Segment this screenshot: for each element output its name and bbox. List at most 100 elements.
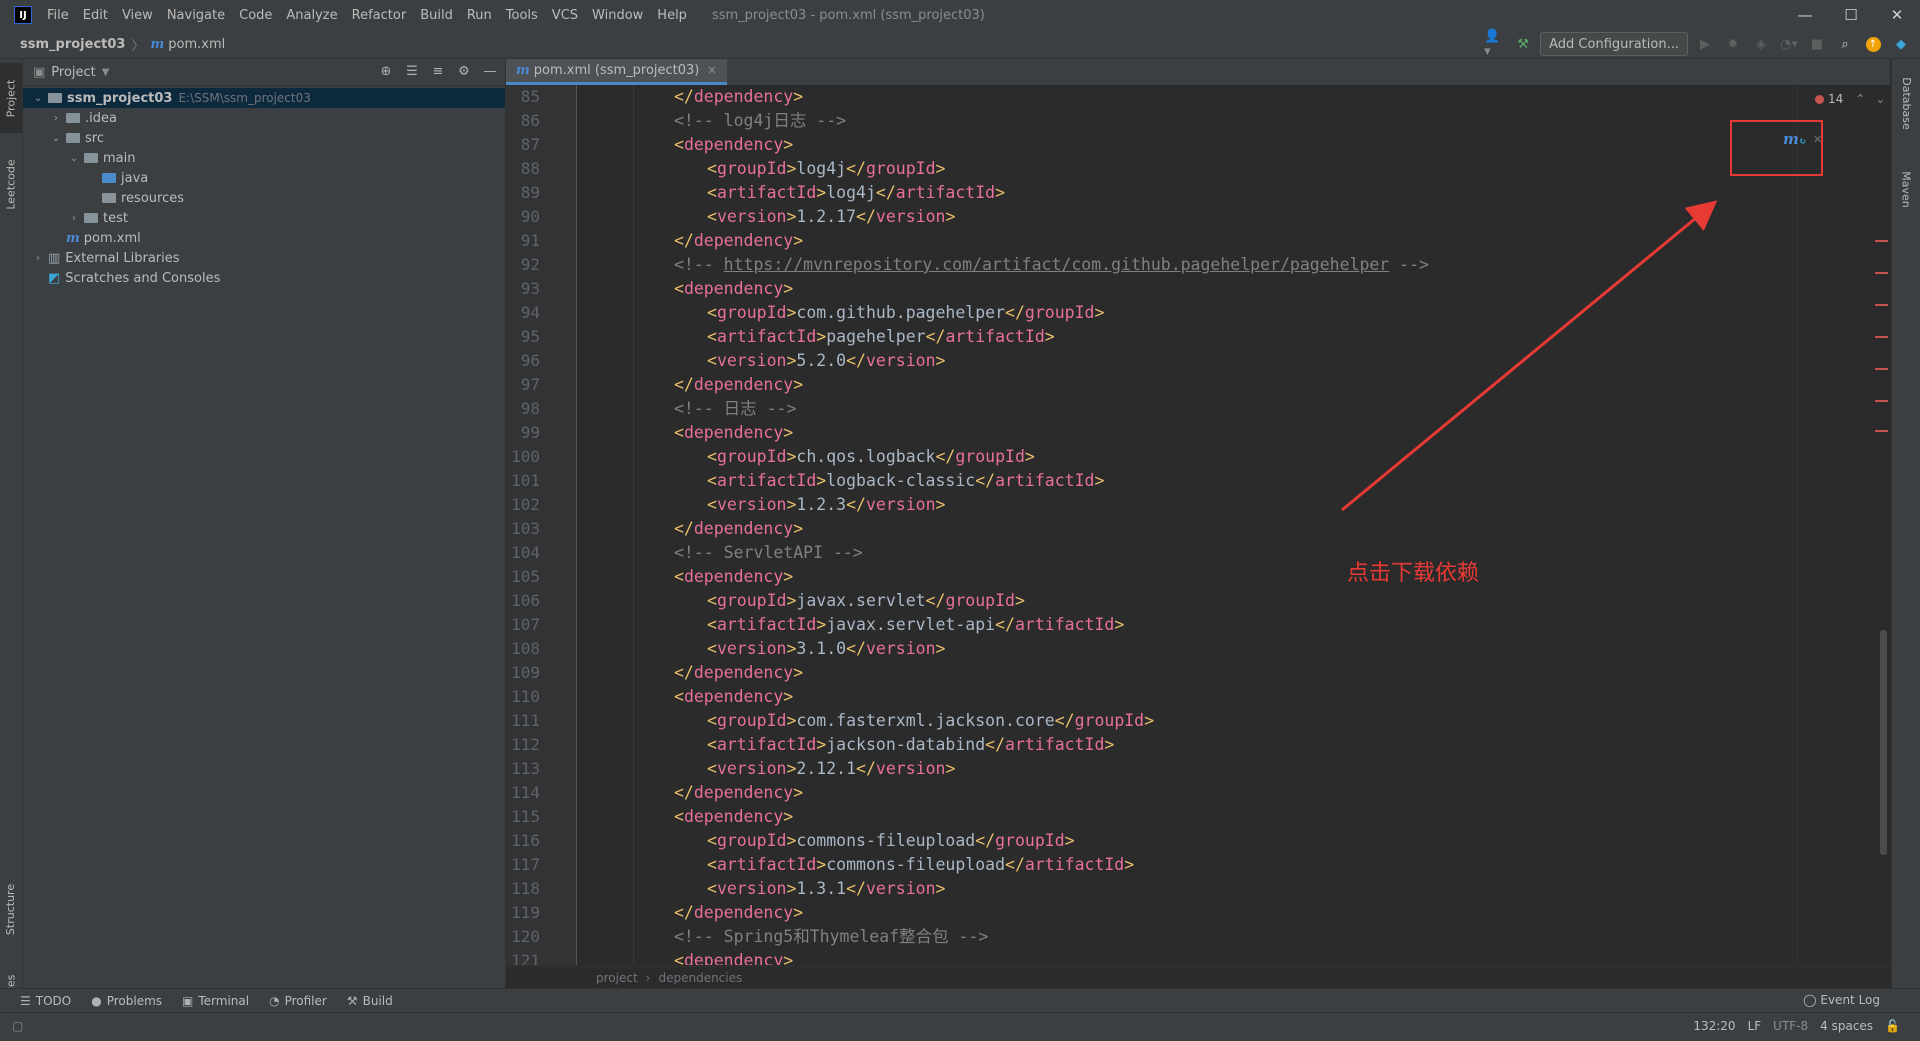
line-number: 107 — [511, 615, 540, 634]
user-icon[interactable]: 👤▾ — [1484, 29, 1506, 59]
tag-name: artifactId — [1005, 735, 1105, 754]
todo-tool-button[interactable]: ☰ TODO — [20, 994, 71, 1008]
problems-tool-button[interactable]: ● Problems — [91, 994, 162, 1008]
crumb-dependencies[interactable]: dependencies — [658, 971, 742, 985]
event-log-button[interactable]: ◯ Event Log — [1803, 993, 1880, 1007]
stop-icon[interactable]: ■ — [1806, 33, 1828, 55]
editor-scrollbar[interactable] — [1880, 630, 1887, 855]
line-separator[interactable]: LF — [1748, 1019, 1762, 1033]
tag-bracket: </ — [846, 879, 866, 898]
build-tool-button[interactable]: ⚒ Build — [347, 994, 393, 1008]
run-icon[interactable]: ▶ — [1694, 33, 1716, 55]
error-stripe-mark[interactable] — [1875, 304, 1888, 306]
error-stripe-mark[interactable] — [1875, 240, 1888, 242]
leetcode-tool-tab[interactable]: Leetcode — [0, 139, 22, 229]
hide-icon[interactable]: — — [481, 61, 499, 81]
error-stripe-mark[interactable] — [1875, 336, 1888, 338]
panel-toggle-icon[interactable]: ▢ — [12, 1019, 23, 1033]
lock-icon[interactable]: 🔓 — [1885, 1019, 1900, 1033]
chevron-right-icon[interactable]: › — [67, 213, 81, 224]
error-stripe-mark[interactable] — [1875, 272, 1888, 274]
comment-link[interactable]: https://mvnrepository.com/artifact/com.g… — [724, 255, 1390, 274]
close-window-button[interactable]: ✕ — [1874, 0, 1920, 30]
locate-icon[interactable]: ⊕ — [377, 61, 395, 81]
chevron-down-icon[interactable]: ▼ — [102, 67, 110, 78]
caret-position[interactable]: 132:20 — [1693, 1019, 1735, 1033]
tag-bracket: < — [707, 711, 717, 730]
previous-highlight-icon[interactable]: ⌃ — [1855, 92, 1865, 106]
close-tab-icon[interactable]: ✕ — [707, 64, 716, 77]
debug-icon[interactable]: ✹ — [1722, 33, 1744, 55]
editor-tab-pom[interactable]: m pom.xml (ssm_project03) ✕ — [506, 59, 727, 85]
tree-item[interactable]: › ▥ External Libraries — [23, 248, 505, 268]
structure-tool-tab[interactable]: Structure — [0, 869, 22, 949]
tree-item-label: pom.xml — [83, 230, 141, 246]
chevron-down-icon[interactable]: ⌄ — [67, 153, 81, 164]
tree-item-label: test — [103, 210, 128, 226]
code-line: <groupId>log4j</groupId> — [577, 157, 1890, 181]
menu-item-navigate[interactable]: Navigate — [160, 8, 232, 23]
code-editor[interactable]: </dependency> <!-- log4j日志 --> <dependency… — [577, 85, 1890, 965]
maximize-button[interactable]: ☐ — [1828, 0, 1874, 30]
project-panel-title[interactable]: Project — [51, 65, 95, 80]
maven-tool-tab[interactable]: Maven — [1895, 154, 1917, 224]
menu-item-edit[interactable]: Edit — [76, 8, 115, 23]
add-configuration-button[interactable]: Add Configuration... — [1540, 32, 1688, 56]
title-bar: IJ File Edit View Navigate Code Analyze Refact… — [0, 0, 1920, 30]
menu-item-run[interactable]: Run — [460, 8, 499, 23]
tree-item[interactable]: m pom.xml — [23, 228, 505, 248]
menu-item-window[interactable]: Window — [585, 8, 650, 23]
profile-icon[interactable]: ◔▾ — [1778, 33, 1800, 55]
error-stripe-mark[interactable] — [1875, 430, 1888, 432]
load-maven-changes-icon[interactable]: m↻ — [1783, 130, 1806, 148]
collapse-all-icon[interactable]: ≡ — [429, 61, 447, 81]
tree-item[interactable]: ⌄ main — [23, 148, 505, 168]
plugin-icon[interactable]: ◆ — [1890, 33, 1912, 55]
database-tool-tab[interactable]: Database — [1895, 63, 1917, 143]
tag-bracket: < — [707, 639, 717, 658]
tag-bracket: </ — [875, 183, 896, 202]
chevron-down-icon[interactable]: ⌄ — [31, 93, 45, 104]
error-stripe-mark[interactable] — [1875, 400, 1888, 402]
tree-item[interactable]: resources — [23, 188, 505, 208]
chevron-right-icon[interactable]: › — [31, 253, 45, 264]
coverage-icon[interactable]: ◈ — [1750, 33, 1772, 55]
error-stripe-mark[interactable] — [1875, 368, 1888, 370]
menu-item-refactor[interactable]: Refactor — [345, 8, 414, 23]
build-hammer-icon[interactable]: ⚒ — [1512, 33, 1534, 55]
breadcrumb-project[interactable]: ssm_project03 — [20, 37, 125, 52]
menu-item-tools[interactable]: Tools — [499, 8, 545, 23]
terminal-tool-button[interactable]: ▣ Terminal — [182, 994, 249, 1008]
next-highlight-icon[interactable]: ⌄ — [1875, 92, 1885, 106]
file-encoding[interactable]: UTF-8 — [1773, 1019, 1808, 1033]
tree-item[interactable]: ⌄ src — [23, 128, 505, 148]
menu-item-view[interactable]: View — [115, 8, 160, 23]
tree-item[interactable]: › test — [23, 208, 505, 228]
profiler-tool-button[interactable]: ◔ Profiler — [269, 994, 327, 1008]
tree-item[interactable]: ⌄ ssm_project03 E:\SSM\ssm_project03 — [23, 88, 505, 108]
right-tool-stripe: Database Maven — [1891, 59, 1920, 1009]
menu-item-help[interactable]: Help — [650, 8, 694, 23]
menu-item-build[interactable]: Build — [413, 8, 460, 23]
gear-icon[interactable]: ⚙ — [455, 61, 473, 81]
tree-item[interactable]: java — [23, 168, 505, 188]
expand-all-icon[interactable]: ☰ — [403, 61, 421, 81]
chevron-down-icon[interactable]: ⌄ — [49, 133, 63, 144]
menu-item-file[interactable]: File — [40, 8, 76, 23]
tree-item[interactable]: › .idea — [23, 108, 505, 128]
menu-item-analyze[interactable]: Analyze — [279, 8, 344, 23]
indent-setting[interactable]: 4 spaces — [1820, 1019, 1873, 1033]
minimize-button[interactable]: — — [1782, 0, 1828, 30]
menu-item-code[interactable]: Code — [232, 8, 279, 23]
breadcrumb-file[interactable]: pom.xml — [168, 37, 225, 52]
search-icon[interactable]: ⌕ — [1834, 33, 1856, 55]
tree-item[interactable]: ◩ Scratches and Consoles — [23, 268, 505, 288]
tag-name: groupId — [716, 831, 787, 850]
project-tool-tab[interactable]: Project — [0, 63, 22, 133]
crumb-project[interactable]: project — [596, 971, 638, 985]
close-popup-icon[interactable]: ✕ — [1813, 133, 1822, 146]
chevron-right-icon[interactable]: › — [49, 113, 63, 124]
update-icon[interactable]: ↑ — [1862, 33, 1884, 55]
inspection-widget[interactable]: 14 ⌃ ⌄ — [1815, 92, 1885, 106]
menu-item-vcs[interactable]: VCS — [545, 8, 585, 23]
